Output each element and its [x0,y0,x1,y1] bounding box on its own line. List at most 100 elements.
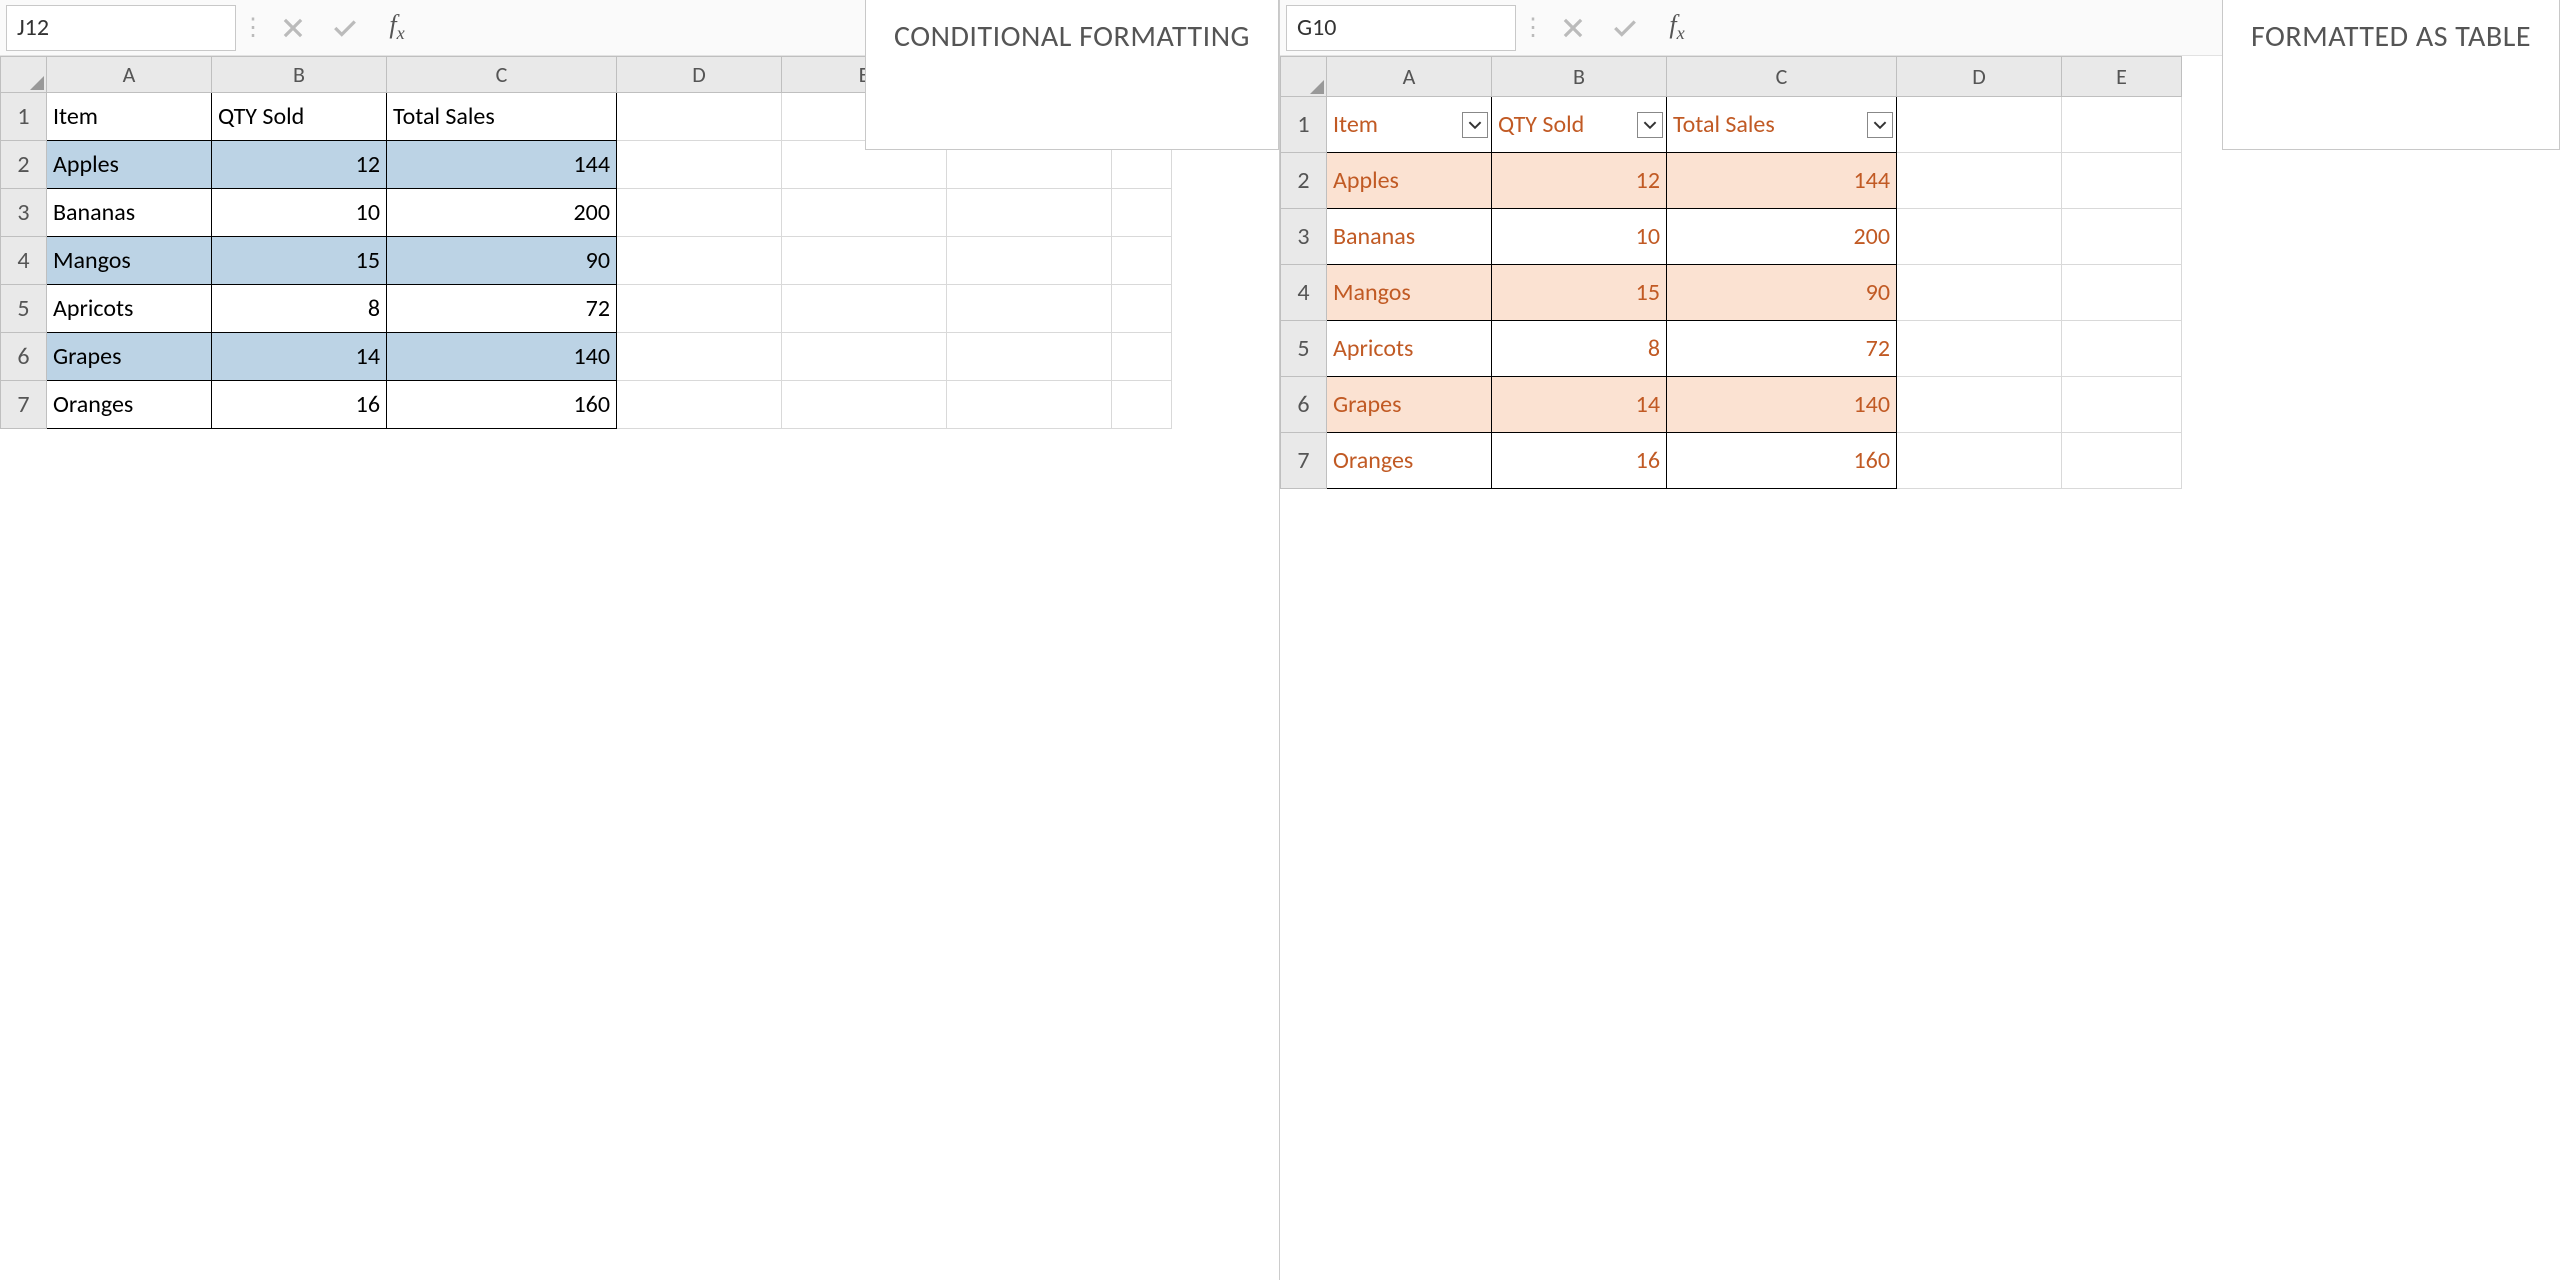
cell[interactable]: 14 [212,333,387,381]
cell[interactable]: 16 [212,381,387,429]
cell[interactable] [782,237,947,285]
cell[interactable] [947,381,1112,429]
cell[interactable]: 8 [1492,321,1667,377]
row-header[interactable]: 3 [1,189,47,237]
cell[interactable] [782,333,947,381]
cell[interactable]: 8 [212,285,387,333]
filter-button[interactable] [1462,112,1488,138]
cell[interactable]: Oranges [1327,433,1492,489]
cell[interactable] [1897,377,2062,433]
row-header[interactable]: 5 [1281,321,1327,377]
row-header[interactable]: 4 [1,237,47,285]
cell[interactable] [2062,265,2182,321]
enter-button[interactable] [1602,5,1648,51]
cell[interactable]: 160 [1667,433,1897,489]
cancel-button[interactable] [1550,5,1596,51]
cell[interactable]: 16 [1492,433,1667,489]
cell[interactable] [1112,381,1172,429]
col-header-e[interactable]: E [2062,57,2182,97]
cell[interactable]: Item [47,93,212,141]
cell[interactable] [1112,333,1172,381]
col-header-c[interactable]: C [387,57,617,93]
name-box[interactable]: G10 [1286,5,1516,51]
col-header-d[interactable]: D [617,57,782,93]
filter-button[interactable] [1867,112,1893,138]
cell[interactable]: Apricots [1327,321,1492,377]
insert-function-button[interactable]: fx [374,5,420,51]
cell[interactable]: Mangos [47,237,212,285]
cell[interactable]: 12 [1492,153,1667,209]
filter-button[interactable] [1637,112,1663,138]
select-all-corner[interactable] [1281,57,1327,97]
cell[interactable]: 160 [387,381,617,429]
cell[interactable]: 15 [212,237,387,285]
cell[interactable] [617,333,782,381]
cell[interactable]: 15 [1492,265,1667,321]
cell[interactable] [617,141,782,189]
cell[interactable] [2062,377,2182,433]
cell[interactable] [1897,209,2062,265]
cell[interactable]: Apples [1327,153,1492,209]
cell[interactable] [1897,97,2062,153]
row-header[interactable]: 3 [1281,209,1327,265]
cell[interactable]: 10 [1492,209,1667,265]
cell[interactable]: 10 [212,189,387,237]
cell[interactable] [2062,209,2182,265]
cell[interactable] [617,381,782,429]
cell[interactable]: Bananas [47,189,212,237]
cell[interactable]: Total Sales [387,93,617,141]
cell[interactable] [1112,237,1172,285]
row-header[interactable]: 2 [1,141,47,189]
col-header-a[interactable]: A [47,57,212,93]
cancel-button[interactable] [270,5,316,51]
cell[interactable] [1897,265,2062,321]
cell[interactable]: Grapes [47,333,212,381]
cell[interactable] [782,285,947,333]
cell[interactable] [617,237,782,285]
cell[interactable]: 200 [1667,209,1897,265]
col-header-a[interactable]: A [1327,57,1492,97]
cell[interactable]: Apricots [47,285,212,333]
name-box[interactable]: J12 [6,5,236,51]
col-header-d[interactable]: D [1897,57,2062,97]
row-header[interactable]: 1 [1,93,47,141]
cell[interactable] [1897,153,2062,209]
table-header-cell[interactable]: QTY Sold [1492,97,1667,153]
cell[interactable]: 140 [387,333,617,381]
cell[interactable]: 72 [387,285,617,333]
enter-button[interactable] [322,5,368,51]
cell[interactable] [782,381,947,429]
cell[interactable]: 90 [1667,265,1897,321]
col-header-b[interactable]: B [1492,57,1667,97]
row-header[interactable]: 7 [1281,433,1327,489]
cell[interactable] [2062,153,2182,209]
select-all-corner[interactable] [1,57,47,93]
table-header-cell[interactable]: Total Sales [1667,97,1897,153]
cell[interactable]: Bananas [1327,209,1492,265]
cell[interactable] [1897,433,2062,489]
cell[interactable] [947,237,1112,285]
row-header[interactable]: 6 [1281,377,1327,433]
cell[interactable] [617,189,782,237]
cell[interactable] [947,189,1112,237]
cell[interactable]: Oranges [47,381,212,429]
cell[interactable]: 72 [1667,321,1897,377]
cell[interactable] [1897,321,2062,377]
cell[interactable]: Apples [47,141,212,189]
row-header[interactable]: 5 [1,285,47,333]
cell[interactable] [2062,97,2182,153]
table-header-cell[interactable]: Item [1327,97,1492,153]
row-header[interactable]: 7 [1,381,47,429]
insert-function-button[interactable]: fx [1654,5,1700,51]
cell[interactable]: 12 [212,141,387,189]
col-header-c[interactable]: C [1667,57,1897,97]
row-header[interactable]: 6 [1,333,47,381]
cell[interactable] [2062,321,2182,377]
row-header[interactable]: 2 [1281,153,1327,209]
cell[interactable]: 144 [1667,153,1897,209]
cell[interactable] [947,333,1112,381]
row-header[interactable]: 4 [1281,265,1327,321]
cell[interactable]: QTY Sold [212,93,387,141]
col-header-b[interactable]: B [212,57,387,93]
cell[interactable]: 200 [387,189,617,237]
